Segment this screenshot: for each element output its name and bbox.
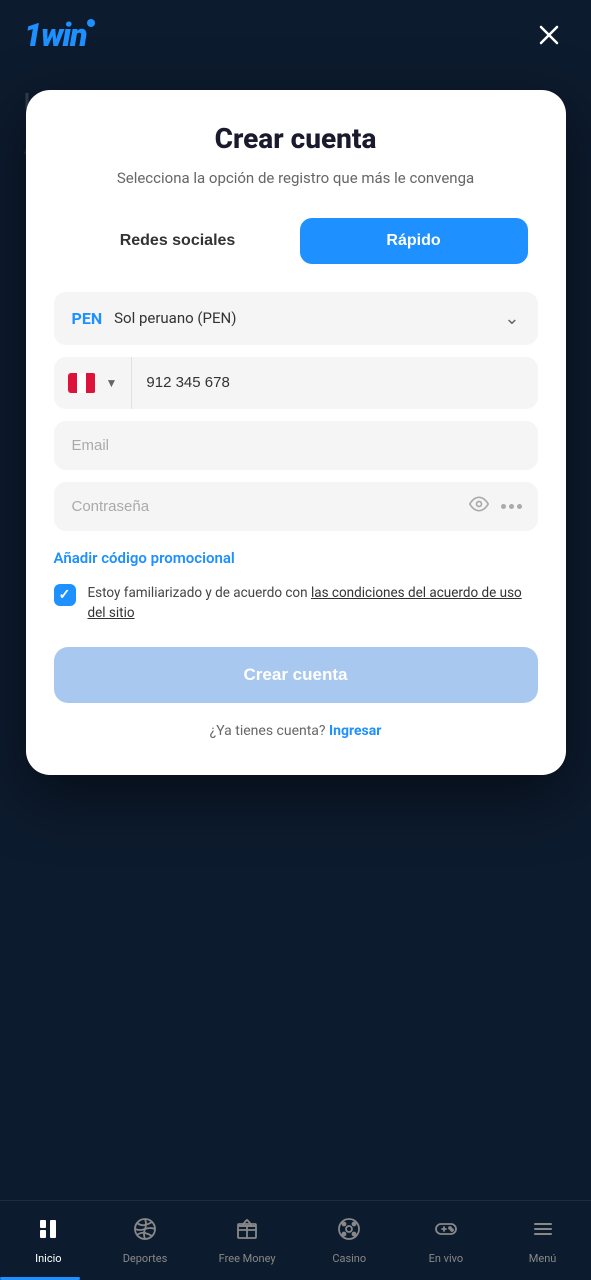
email-input[interactable] [54,421,538,470]
phone-group: ▼ [54,357,538,409]
peru-flag [68,373,96,393]
casino-icon [337,1217,361,1247]
menu-icon [531,1217,555,1247]
more-options-icon[interactable] [501,504,522,509]
nav-label-menu: Menú [529,1252,557,1265]
modal-title: Crear cuenta [54,122,538,155]
close-button[interactable] [531,17,567,53]
phone-input-group: ▼ [54,357,538,409]
gamepad-icon [434,1217,458,1247]
password-icons [469,494,538,519]
terms-checkbox[interactable]: ✓ [54,584,76,606]
bottom-navigation: Inicio Deportes Free Money [0,1200,591,1280]
promo-code-link[interactable]: Añadir código promocional [54,543,538,583]
currency-name: Sol peruano (PEN) [114,309,236,327]
nav-label-inicio: Inicio [35,1252,61,1265]
logo-dot [87,19,95,27]
currency-label: PEN Sol peruano (PEN) [72,309,237,328]
currency-selector[interactable]: PEN Sol peruano (PEN) ⌄ [54,292,538,345]
tab-switcher: Redes sociales Rápido [54,218,538,264]
password-input[interactable] [54,482,469,531]
nav-item-free-money[interactable]: Free Money [207,1209,288,1273]
nav-item-casino[interactable]: Casino [314,1209,384,1273]
tab-rapid[interactable]: Rápido [300,218,528,264]
chevron-down-icon: ⌄ [504,308,519,329]
registration-modal: Crear cuenta Selecciona la opción de reg… [26,90,566,775]
password-input-group [54,482,538,531]
home-icon [36,1217,60,1247]
gift-icon [235,1217,259,1247]
nav-item-deportes[interactable]: Deportes [110,1209,180,1273]
flag-chevron-icon: ▼ [106,376,118,390]
logo-text: 1win [24,16,87,54]
modal-subtitle: Selecciona la opción de registro que más… [54,167,538,190]
email-group [54,421,538,470]
logo: 1win [24,16,95,54]
checkmark-icon: ✓ [59,587,71,603]
eye-icon[interactable] [469,494,489,519]
nav-label-casino: Casino [332,1252,366,1265]
modal-overlay: Crear cuenta Selecciona la opción de reg… [0,70,591,1200]
country-selector[interactable]: ▼ [54,357,133,409]
nav-item-inicio[interactable]: Inicio [13,1209,83,1273]
tab-social[interactable]: Redes sociales [64,218,292,264]
header: 1win [0,0,591,70]
nav-label-free-money: Free Money [219,1252,276,1265]
nav-item-en-vivo[interactable]: En vivo [411,1209,481,1273]
sports-icon [133,1217,157,1247]
nav-label-deportes: Deportes [123,1252,168,1265]
terms-checkbox-row: ✓ Estoy familiarizado y de acuerdo con l… [54,583,538,624]
nav-label-en-vivo: En vivo [429,1252,464,1265]
phone-input[interactable] [132,358,537,407]
currency-code: PEN [72,309,103,328]
login-row: ¿Ya tienes cuenta? Ingresar [54,723,538,739]
password-group [54,482,538,531]
nav-item-menu[interactable]: Menú [508,1209,578,1273]
create-account-button[interactable]: Crear cuenta [54,647,538,703]
terms-label: Estoy familiarizado y de acuerdo con las… [88,583,538,624]
login-question-text: ¿Ya tienes cuenta? [210,723,326,739]
login-link[interactable]: Ingresar [329,723,381,739]
currency-group: PEN Sol peruano (PEN) ⌄ [54,292,538,345]
